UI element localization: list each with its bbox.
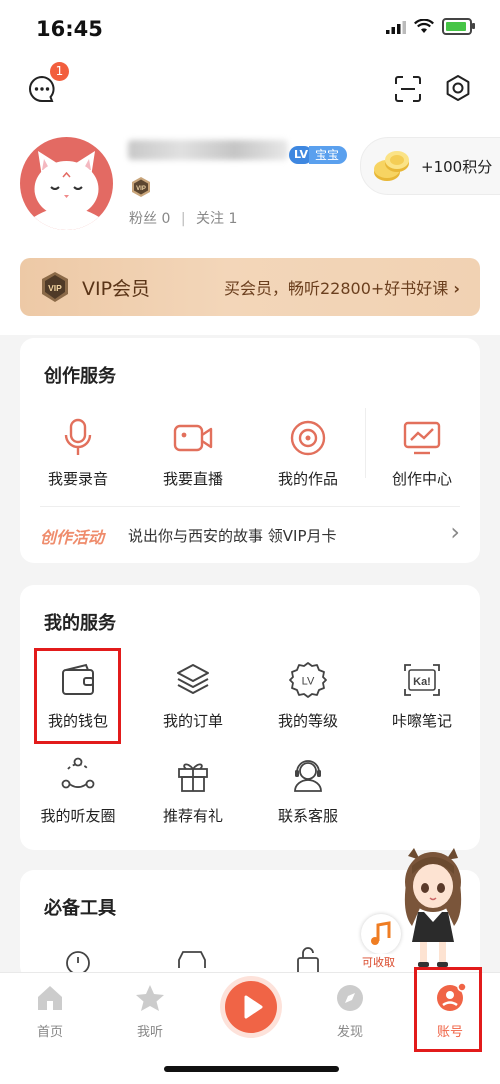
gift-icon [178, 763, 208, 792]
creation-center-label: 创作中心 [391, 470, 452, 488]
chart-screen-icon [403, 421, 441, 455]
avatar[interactable] [20, 137, 113, 230]
star-icon [136, 985, 164, 1011]
disc-icon [290, 420, 326, 456]
creation-separator [365, 408, 366, 478]
fans-following: 粉丝 0 | 关注 1 [129, 211, 238, 227]
scan-icon[interactable] [394, 75, 422, 103]
customer-service-label: 联系客服 [277, 807, 338, 825]
points-button[interactable]: +100积分 [360, 137, 500, 195]
compass-icon [337, 985, 363, 1011]
level-text: 宝宝 [309, 146, 348, 164]
live-button[interactable]: 我要直播 [138, 418, 248, 489]
vip-badge-text: VIP [136, 186, 146, 192]
layers-icon [177, 664, 209, 694]
tab-listen[interactable]: 我听 [110, 983, 190, 1040]
following-count[interactable]: 1 [228, 211, 237, 227]
microphone-icon [64, 418, 92, 455]
level-label: 我的等级 [277, 712, 338, 730]
vip-crown-text: VIP [48, 283, 62, 293]
music-note-icon [371, 921, 391, 945]
record-button[interactable]: 我要录音 [23, 418, 133, 489]
note-icon-text: Ka! [413, 676, 431, 688]
headset-icon [294, 760, 322, 792]
battery-icon [442, 18, 475, 35]
creation-card: 创作服务 我要录音 我要直播 我的作品 创作中心 创作活动 说出你与西安的故事 … [20, 338, 480, 563]
video-camera-icon [173, 424, 213, 452]
note-icon: Ka! [404, 664, 440, 696]
notes-label: 咔嚓笔记 [391, 712, 452, 730]
vip-badge-icon[interactable]: VIP [130, 176, 152, 198]
my-works-label: 我的作品 [277, 470, 338, 488]
notes-button[interactable]: Ka! 咔嚓笔记 [367, 660, 477, 731]
vip-arrow-icon: › [453, 279, 460, 298]
level-badge[interactable]: LV 宝宝 [289, 145, 348, 165]
activity-tag: 创作活动 [40, 528, 105, 547]
vip-promo-text: 买会员，畅听22800+好书好课 [224, 279, 449, 298]
mascot-girl-icon[interactable] [398, 844, 468, 972]
tab-home-label: 首页 [36, 1025, 63, 1040]
points-text: +100积分 [421, 157, 493, 176]
tab-discover[interactable]: 发现 [310, 983, 390, 1040]
collect-label[interactable]: 可收取 [360, 954, 397, 970]
vip-promo: 买会员，畅听22800+好书好课 › [224, 275, 460, 299]
play-icon [244, 995, 263, 1019]
level-button[interactable]: LV 我的等级 [253, 660, 363, 731]
home-indicator [164, 1066, 339, 1072]
creation-divider [40, 506, 460, 507]
customer-service-button[interactable]: 联系客服 [253, 755, 363, 826]
referral-label: 推荐有礼 [162, 807, 223, 825]
live-label: 我要直播 [162, 470, 223, 488]
status-icons [386, 18, 475, 35]
friend-circle-button[interactable]: 我的听友圈 [23, 755, 133, 826]
fans-count[interactable]: 0 [161, 211, 170, 227]
circle-icon [61, 757, 95, 789]
orders-label: 我的订单 [162, 712, 223, 730]
wallet-highlight [34, 648, 121, 744]
play-button[interactable] [225, 981, 277, 1033]
settings-icon[interactable] [444, 74, 472, 102]
friend-circle-label: 我的听友圈 [40, 807, 116, 825]
creation-center-button[interactable]: 创作中心 [367, 418, 477, 489]
message-badge: 1 [50, 62, 69, 81]
level-icon-text: LV [302, 676, 315, 688]
account-tab-highlight [414, 967, 482, 1052]
activity-arrow-icon[interactable]: › [450, 518, 460, 546]
home-icon [38, 986, 62, 1010]
my-services-title: 我的服务 [44, 613, 116, 634]
coins-icon [374, 151, 409, 181]
activity-text[interactable]: 说出你与西安的故事 领VIP月卡 [128, 525, 337, 546]
following-label[interactable]: 关注 [196, 211, 224, 227]
level-icon: LV [289, 662, 327, 698]
my-works-button[interactable]: 我的作品 [253, 418, 363, 489]
vip-title: VIP会员 [82, 277, 151, 300]
tools-title: 必备工具 [44, 898, 116, 919]
status-time: 16:45 [36, 17, 103, 41]
fans-label[interactable]: 粉丝 [129, 211, 157, 227]
signal-icon [386, 20, 406, 34]
message-icon[interactable] [28, 75, 56, 103]
vip-banner[interactable]: VIP VIP会员 买会员，畅听22800+好书好课 › [20, 258, 480, 316]
creation-title: 创作服务 [44, 366, 116, 387]
orders-button[interactable]: 我的订单 [138, 660, 248, 731]
cat-avatar-icon [34, 151, 99, 230]
username [128, 140, 288, 160]
tab-discover-label: 发现 [336, 1025, 363, 1040]
vip-crown-icon: VIP [42, 272, 68, 302]
music-float-button[interactable] [361, 914, 401, 954]
record-label: 我要录音 [47, 470, 108, 488]
tab-home[interactable]: 首页 [10, 983, 90, 1040]
tab-listen-label: 我听 [136, 1025, 163, 1040]
wifi-icon [414, 19, 434, 33]
referral-button[interactable]: 推荐有礼 [138, 755, 248, 826]
